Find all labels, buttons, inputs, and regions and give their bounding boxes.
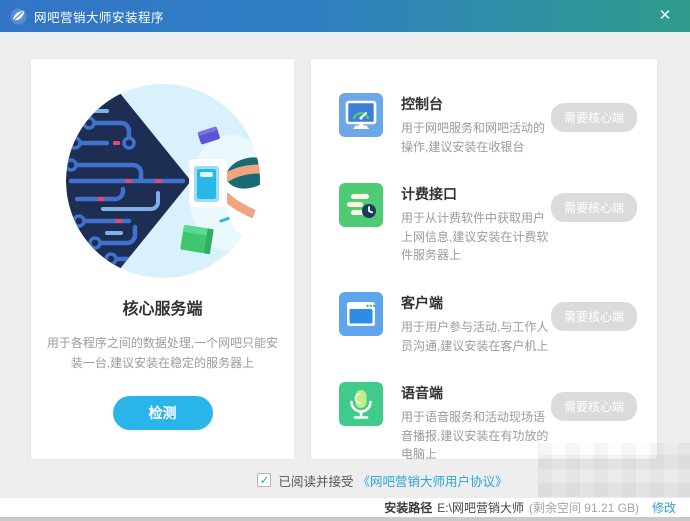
component-name: 控制台 xyxy=(401,96,443,112)
component-description: 用于用户参与活动,与工作人员沟通,建议安装在客户机上 xyxy=(401,319,549,353)
core-server-panel: 核心服务端 用于各程序之间的数据处理,一个网吧只能安装一台,建议安装在稳定的服务… xyxy=(30,58,295,460)
component-name: 语音端 xyxy=(401,385,443,402)
core-server-description: 用于各程序之间的数据处理,一个网吧只能安装一台,建议安装在稳定的服务器上 xyxy=(46,336,279,371)
component-description: 用于网吧服务和网吧活动的操作,建议安装在收银台 xyxy=(401,121,546,154)
component-row-client: 客户端 用于用户参与活动,与工作人员沟通,建议安装在客户机上 需要核心端 xyxy=(339,291,637,355)
console-monitor-icon xyxy=(339,93,383,137)
free-space-text: (剩余空间 91.21 GB) xyxy=(528,501,639,515)
component-description: 用于语音服务和活动现场语音播报,建议安装在有功放的电脑上 xyxy=(401,410,549,462)
install-path-label: 安装路径 xyxy=(384,501,433,515)
needs-core-badge[interactable]: 需要核心端 xyxy=(550,392,637,422)
core-server-title: 核心服务端 xyxy=(122,301,203,318)
component-name: 客户端 xyxy=(401,294,443,311)
modify-path-link[interactable]: 修改 xyxy=(652,499,676,516)
watermark-mosaic xyxy=(538,443,690,497)
needs-core-badge[interactable]: 需要核心端 xyxy=(550,301,637,331)
component-row-console: 控制台 用于网吧服务和网吧活动的操作,建议安装在收银台 需要核心端 xyxy=(339,93,637,156)
component-description: 用于从计费软件中获取用户上网信息,建议安装在计费软件服务器上 xyxy=(401,211,549,263)
close-icon[interactable]: ✕ xyxy=(650,0,680,32)
client-window-icon xyxy=(339,291,383,336)
window-title: 网吧营销大师安装程序 xyxy=(34,10,165,25)
needs-core-badge[interactable]: 需要核心端 xyxy=(550,193,637,223)
install-path-value: E:\网吧营销大师 xyxy=(437,501,524,515)
components-panel: 控制台 用于网吧服务和网吧活动的操作,建议安装在收银台 需要核心端 计费接口 用… xyxy=(310,58,658,461)
billing-list-icon xyxy=(339,183,383,228)
needs-core-badge[interactable]: 需要核心端 xyxy=(550,103,637,132)
component-row-billing: 计费接口 用于从计费软件中获取用户上网信息,建议安装在计费软件服务器上 需要核心… xyxy=(339,183,637,265)
agreement-text: 已阅读并接受 xyxy=(278,474,354,489)
app-logo-leaf-icon xyxy=(10,7,27,25)
voice-mic-icon xyxy=(339,382,383,427)
detect-button[interactable]: 检测 xyxy=(112,395,213,430)
component-name: 计费接口 xyxy=(401,186,457,203)
agreement-checkbox[interactable]: ✓ xyxy=(257,473,272,487)
circuit-broadcast-illustration xyxy=(65,84,260,278)
bottom-strip xyxy=(0,517,690,521)
footer-bar: 安装路径 E:\网吧营销大师 (剩余空间 91.21 GB) 修改 xyxy=(0,497,690,517)
titlebar: 网吧营销大师安装程序 ✕ xyxy=(0,0,690,32)
user-agreement-link[interactable]: 《网吧营销大师用户协议》 xyxy=(358,471,508,490)
